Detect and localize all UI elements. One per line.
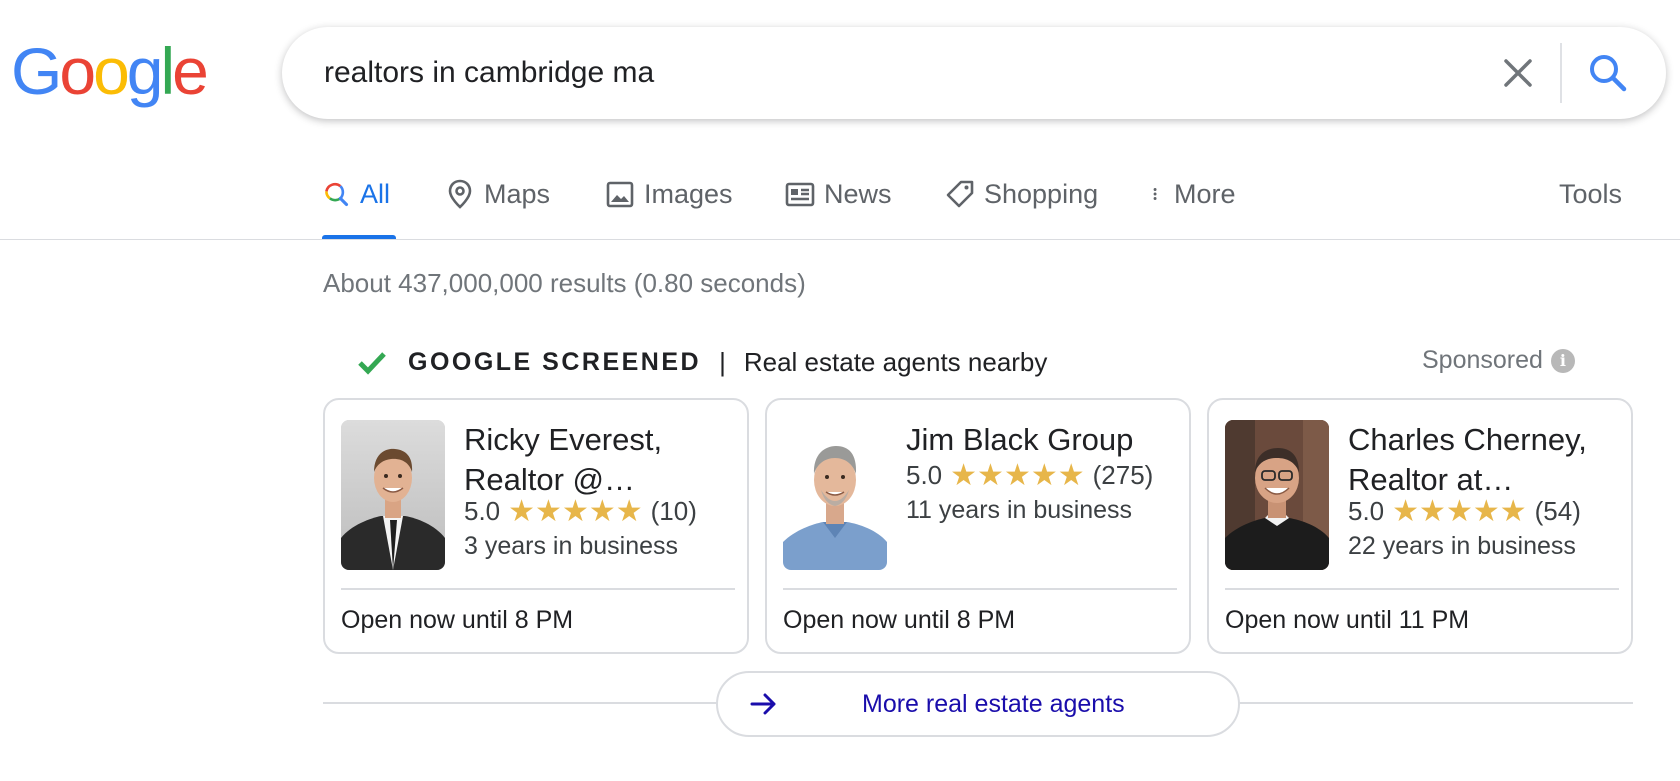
tab-shopping[interactable]: Shopping	[944, 176, 1098, 240]
open-hours: Open now until 8 PM	[783, 606, 1016, 634]
more-agents-label: More real estate agents	[862, 689, 1125, 718]
agent-name[interactable]: Charles Cherney, Realtor at…	[1348, 420, 1618, 500]
tools-button[interactable]: Tools	[1559, 176, 1622, 212]
review-count: (54)	[1534, 496, 1581, 526]
tab-label: News	[824, 179, 892, 209]
years-in-business: 3 years in business	[464, 532, 679, 560]
logo-letter: G	[11, 34, 62, 108]
tag-icon	[946, 180, 974, 208]
open-hours: Open now until 11 PM	[1225, 606, 1470, 634]
logo-letter: o	[59, 34, 96, 108]
arrow-right-icon	[750, 693, 776, 715]
agent-card[interactable]: Ricky Everest, Realtor @… 5.0 ★★★★★ (10)…	[323, 398, 749, 654]
rating-value: 5.0	[906, 460, 943, 490]
review-count: (10)	[650, 496, 697, 526]
search-button[interactable]	[1582, 47, 1634, 99]
separator: |	[719, 346, 726, 377]
tab-news[interactable]: News	[784, 176, 892, 240]
map-pin-icon	[448, 179, 472, 209]
agent-photo	[1225, 420, 1329, 570]
clear-search-button[interactable]	[1494, 49, 1542, 97]
tab-label: More	[1174, 179, 1236, 209]
agent-name[interactable]: Ricky Everest, Realtor @…	[464, 420, 734, 500]
rating-value: 5.0	[1348, 496, 1385, 526]
card-divider	[783, 588, 1177, 590]
sponsored-text: Sponsored	[1422, 346, 1543, 374]
star-rating-icon: ★★★★★	[508, 494, 643, 529]
tab-all[interactable]: All	[322, 176, 396, 240]
screened-header: GOOGLE SCREENED | Real estate agents nea…	[356, 344, 1047, 380]
agent-rating: 5.0 ★★★★★ (54)	[1348, 494, 1581, 529]
search-divider	[1560, 43, 1562, 103]
tab-label: Shopping	[984, 179, 1099, 209]
tab-label: All	[360, 179, 391, 209]
star-rating-icon: ★★★★★	[950, 458, 1085, 493]
agent-name[interactable]: Jim Black Group	[906, 420, 1176, 460]
tab-label: Images	[644, 179, 733, 209]
checkmark-icon	[358, 352, 386, 375]
card-divider	[1225, 588, 1619, 590]
screened-title: GOOGLE SCREENED	[408, 347, 702, 376]
tab-images[interactable]: Images	[604, 176, 733, 240]
screened-subtitle: Real estate agents nearby	[743, 346, 1048, 377]
star-rating-icon: ★★★★★	[1392, 494, 1527, 529]
search-icon	[325, 182, 349, 207]
agent-photo-image	[341, 420, 445, 570]
logo-letter: l	[160, 34, 176, 108]
tab-more[interactable]: More	[1150, 176, 1236, 240]
agent-photo	[341, 420, 445, 570]
search-input[interactable]	[324, 51, 1424, 95]
agent-photo-image	[1225, 420, 1329, 570]
years-in-business: 11 years in business	[906, 496, 1133, 524]
agent-card[interactable]: Jim Black Group 5.0 ★★★★★ (275) 11 years…	[765, 398, 1191, 654]
card-divider	[341, 588, 735, 590]
more-vert-icon	[1153, 188, 1157, 200]
rating-value: 5.0	[464, 496, 501, 526]
agent-card[interactable]: Charles Cherney, Realtor at… 5.0 ★★★★★ (…	[1207, 398, 1633, 654]
open-hours: Open now until 8 PM	[341, 606, 574, 634]
review-count: (275)	[1092, 460, 1154, 490]
logo-letter: e	[172, 34, 209, 108]
close-icon	[1504, 59, 1532, 87]
more-agents-button[interactable]: More real estate agents	[716, 671, 1240, 737]
result-stats: About 437,000,000 results (0.80 seconds)	[323, 268, 806, 298]
years-in-business: 22 years in business	[1348, 532, 1576, 560]
search-icon	[1590, 55, 1627, 92]
newspaper-icon	[785, 182, 815, 207]
search-box	[282, 27, 1666, 119]
logo-letter: g	[126, 34, 164, 108]
tabs-divider	[0, 239, 1680, 240]
google-logo[interactable]: Google	[11, 34, 209, 108]
image-icon	[606, 181, 634, 208]
info-icon[interactable]: i	[1550, 348, 1575, 373]
logo-letter: o	[93, 34, 130, 108]
sponsored-label: Sponsored i	[1422, 346, 1575, 375]
agent-rating: 5.0 ★★★★★ (275)	[906, 458, 1153, 493]
agent-rating: 5.0 ★★★★★ (10)	[464, 494, 697, 529]
agent-photo	[783, 420, 887, 570]
tab-maps[interactable]: Maps	[444, 176, 550, 240]
agent-photo-image	[783, 420, 887, 570]
tab-label: Maps	[484, 179, 551, 209]
